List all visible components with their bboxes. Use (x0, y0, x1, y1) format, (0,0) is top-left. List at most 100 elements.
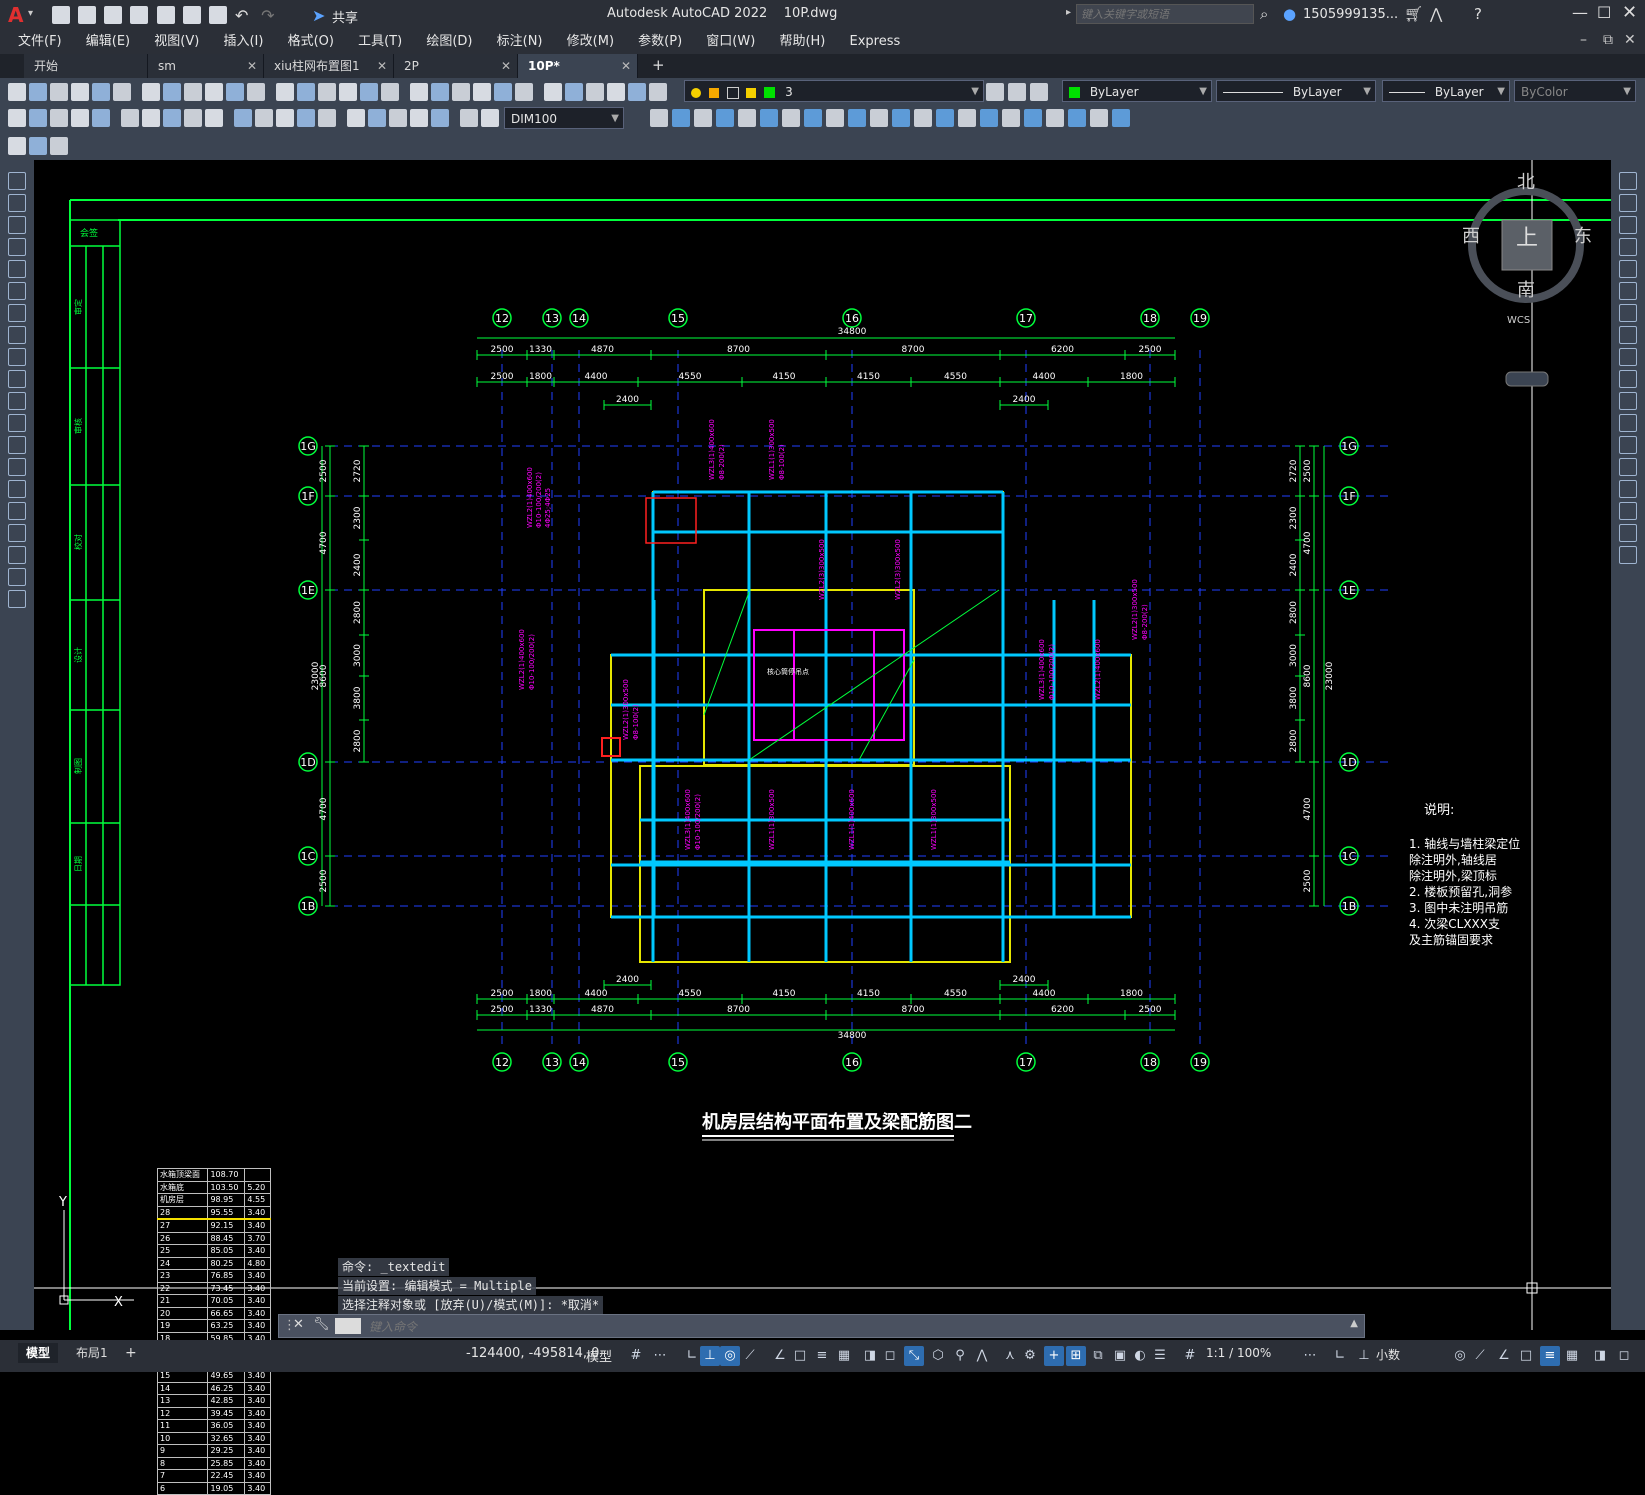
status-toggle-icon-13[interactable]: ⤡ (904, 1346, 924, 1366)
standard-tool-icon-25[interactable] (544, 83, 562, 101)
app-menu-chevron-icon[interactable]: ▾ (28, 8, 33, 19)
standard-tool-icon-28[interactable] (607, 83, 625, 101)
layer-freeze-icon[interactable] (708, 87, 719, 98)
draw-tool-icon-17[interactable] (8, 524, 26, 542)
doc-close-icon[interactable]: ✕ (1624, 32, 1636, 48)
status-toggle-icon-30[interactable]: ⟋ (1470, 1346, 1490, 1366)
dimension-tool-icon-11[interactable] (234, 109, 252, 127)
status-toggle-icon-25[interactable]: # (1180, 1346, 1200, 1366)
coordinates-readout[interactable]: -124400, -495814, 0 (466, 1346, 599, 1361)
standard-tool-icon-9[interactable] (184, 83, 202, 101)
standard-tool-icon-26[interactable] (565, 83, 583, 101)
status-toggle-icon-7[interactable]: ∠ (770, 1346, 790, 1366)
status-toggle-icon-1[interactable]: # (626, 1346, 646, 1366)
standard-tool-icon-30[interactable] (649, 83, 667, 101)
status-toggle-icon-9[interactable]: ≡ (812, 1346, 832, 1366)
standard-tool-icon-16[interactable] (339, 83, 357, 101)
dimension-tool-icon-5[interactable] (92, 109, 110, 127)
status-toggle-icon-33[interactable]: ≡ (1540, 1346, 1560, 1366)
tab-sm[interactable]: sm ✕ (148, 54, 264, 78)
status-toggle-icon-17[interactable]: ⋏ (1000, 1346, 1020, 1366)
modify-tool-icon-21[interactable] (1090, 109, 1108, 127)
dimension-tool-icon-21[interactable] (460, 109, 478, 127)
dimension-tool-icon-16[interactable] (347, 109, 365, 127)
modify-side-tool-icon-2[interactable] (1619, 194, 1637, 212)
status-toggle-icon-27[interactable]: ∟ (1330, 1346, 1350, 1366)
menu-file[interactable]: 文件(F) (8, 30, 72, 54)
status-toggle-icon-34[interactable]: ▦ (1562, 1346, 1582, 1366)
command-input[interactable] (367, 1316, 1331, 1338)
draw-tool-icon-6[interactable] (8, 282, 26, 300)
status-toggle-icon-14[interactable]: ⬡ (928, 1346, 948, 1366)
modify-side-tool-icon-13[interactable] (1619, 436, 1637, 454)
dimension-tool-icon-20[interactable] (431, 109, 449, 127)
new-file-icon[interactable] (52, 6, 70, 24)
modify-tool-icon-12[interactable] (892, 109, 910, 127)
modify-tool-icon-17[interactable] (1002, 109, 1020, 127)
units-dropdown[interactable]: 小数 (1376, 1346, 1400, 1363)
menu-express[interactable]: Express (840, 30, 911, 54)
modify-side-tool-icon-3[interactable] (1619, 216, 1637, 234)
redo-icon[interactable]: ↷ (261, 6, 279, 25)
status-toggle-icon-21[interactable]: ⧉ (1088, 1346, 1108, 1366)
dimension-tool-icon-19[interactable] (410, 109, 428, 127)
status-toggle-icon-22[interactable]: ▣ (1110, 1346, 1130, 1366)
standard-tool-icon-13[interactable] (276, 83, 294, 101)
dimension-tool-icon-8[interactable] (163, 109, 181, 127)
viewcube-west[interactable]: 西 (1462, 222, 1480, 248)
search-expand-icon[interactable]: ▸ (1066, 7, 1071, 18)
modify-side-tool-icon-1[interactable] (1619, 172, 1637, 190)
dimension-tool-icon-17[interactable] (368, 109, 386, 127)
plot-icon[interactable] (208, 6, 227, 24)
menu-modify[interactable]: 修改(M) (557, 30, 624, 54)
add-layout-icon[interactable]: + (125, 1343, 137, 1363)
viewcube-east[interactable]: 东 (1574, 222, 1592, 248)
modify-tool-icon-16[interactable] (980, 109, 998, 127)
dimension-tool-icon-2[interactable] (29, 109, 47, 127)
modify-tool-icon-13[interactable] (914, 109, 932, 127)
status-toggle-icon-20[interactable]: ⊞ (1066, 1346, 1086, 1366)
standard-tool-icon-11[interactable] (226, 83, 244, 101)
standard-tool-icon-23[interactable] (494, 83, 512, 101)
help-icon[interactable]: ? (1474, 5, 1482, 23)
doc-minimize-icon[interactable]: – (1580, 32, 1587, 48)
modify-tool-icon-8[interactable] (804, 109, 822, 127)
modify-side-tool-icon-8[interactable] (1619, 326, 1637, 344)
draw-tool-icon-3[interactable] (8, 216, 26, 234)
modify-tool-icon-7[interactable] (782, 109, 800, 127)
color-dropdown[interactable]: ByLayer ▼ (1062, 80, 1212, 102)
close-icon[interactable]: ✕ (1622, 2, 1637, 23)
user-icon[interactable]: ● (1283, 5, 1296, 23)
modify-tool-icon-19[interactable] (1046, 109, 1064, 127)
status-toggle-icon-31[interactable]: ∠ (1494, 1346, 1514, 1366)
dimension-tool-icon-22[interactable] (481, 109, 499, 127)
modify-side-tool-icon-12[interactable] (1619, 414, 1637, 432)
modify-tool-icon-22[interactable] (1112, 109, 1130, 127)
modify-side-tool-icon-14[interactable] (1619, 458, 1637, 476)
layer-tool-icon-2[interactable] (1008, 83, 1026, 101)
tab-close-icon[interactable]: ✕ (501, 54, 511, 78)
modify-side-tool-icon-18[interactable] (1619, 546, 1637, 564)
status-toggle-icon-24[interactable]: ☰ (1150, 1346, 1170, 1366)
draw-tool-icon-10[interactable] (8, 370, 26, 388)
menu-window[interactable]: 窗口(W) (696, 30, 765, 54)
command-customize-icon[interactable]: 🔧︎ (313, 1317, 330, 1332)
modify-tool-icon-1[interactable] (650, 109, 668, 127)
dimension-tool-icon-9[interactable] (184, 109, 202, 127)
autodesk-a360-icon[interactable]: ⋀ (1430, 5, 1442, 23)
model-space-toggle[interactable]: 模型 (586, 1346, 612, 1365)
dimension-tool-icon-7[interactable] (142, 109, 160, 127)
modify-tool-icon-6[interactable] (760, 109, 778, 127)
modify-side-tool-icon-9[interactable] (1619, 348, 1637, 366)
status-toggle-icon-32[interactable]: □ (1516, 1346, 1536, 1366)
modify-tool-icon-14[interactable] (936, 109, 954, 127)
search-icon[interactable]: ⌕ (1260, 5, 1268, 23)
draw-tool-icon-19[interactable] (8, 568, 26, 586)
tab-10p[interactable]: 10P* ✕ (518, 54, 638, 78)
menu-format[interactable]: 格式(O) (278, 30, 344, 54)
draw-tool-icon-15[interactable] (8, 480, 26, 498)
draw-tool-icon-13[interactable] (8, 436, 26, 454)
menu-dimension[interactable]: 标注(N) (487, 30, 553, 54)
tab-start[interactable]: 开始 (24, 54, 148, 78)
open-web-icon[interactable] (156, 6, 175, 24)
